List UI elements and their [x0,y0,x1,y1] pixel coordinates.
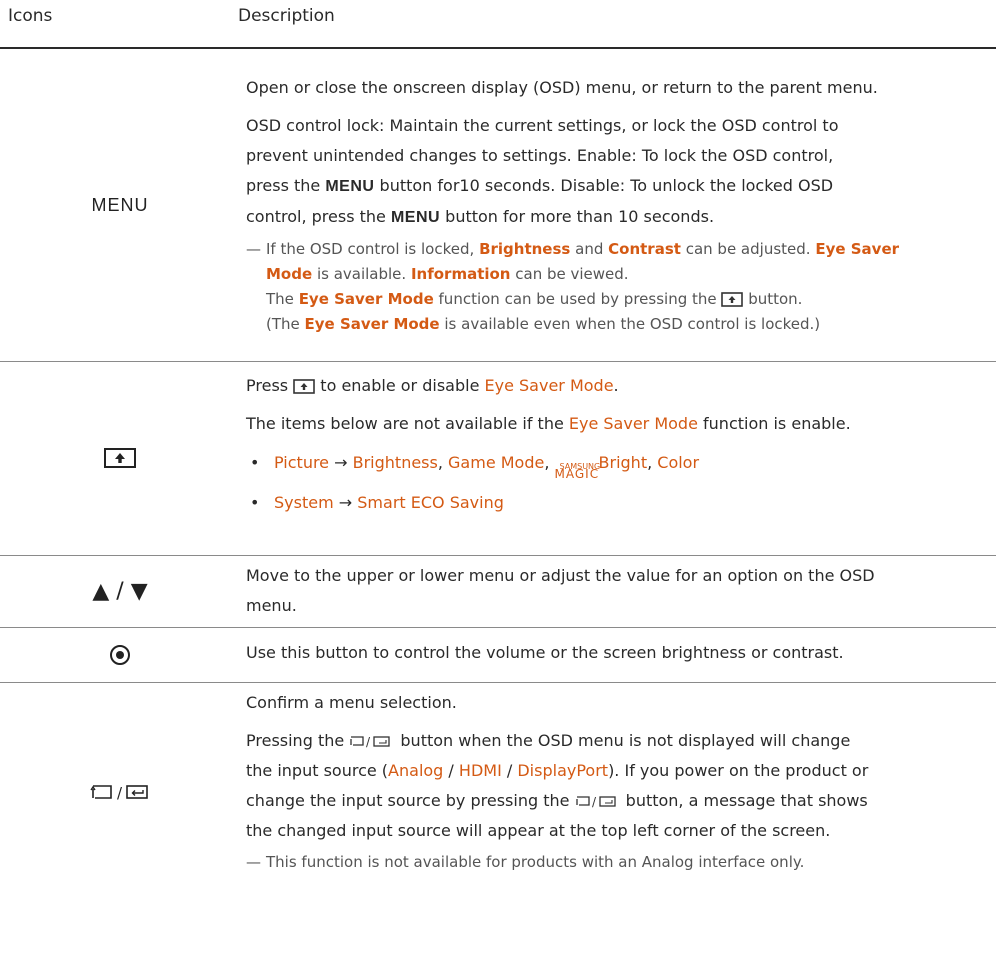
note: — This function is not available for prod… [246,853,805,871]
table-row-up-down: ▲ / ▼ Move to the upper or lower menu or… [0,555,996,628]
eye-saver-icon [293,379,316,394]
table-row-menu: MENU Open or close the onscreen display … [0,49,996,362]
source-enter-icon: / [575,795,616,809]
svg-text:/: / [117,784,123,802]
samsung-magic-logo: SAMSUNG MAGIC [554,462,601,481]
row-description: Open or close the onscreen display (OSD)… [246,73,986,337]
list-item: Picture → Brightness, Game Mode, SAMSUNG… [246,443,986,483]
page: Icons Description MENU Open or close the… [0,0,1000,960]
note: — If the OSD control is locked, Brightnes… [246,240,900,333]
source-enter-icon: / [0,682,240,902]
table-row-eye-saver: Press to enable or disable Eye Saver Mod… [0,361,996,556]
svg-text:/: / [592,795,597,809]
joystick-center-icon [0,627,240,682]
table-row-source: / Confirm a menu selection. Pressing the… [0,682,996,952]
row-description: Use this button to control the volume or… [246,643,844,662]
header-description: Description [238,6,335,26]
row-description: Move to the upper or lower menu or adjus… [246,566,875,615]
row-description: Confirm a menu selection. Pressing the /… [246,688,986,875]
menu-key-icon: MENU [91,194,149,215]
header-icons: Icons [8,6,53,26]
table-row-joystick: Use this button to control the volume or… [0,627,996,683]
eye-saver-icon [0,361,240,555]
list-item: System → Smart ECO Saving [246,483,986,523]
table-header: Icons Description [0,0,996,49]
svg-text:/: / [366,735,371,749]
source-enter-icon: / [350,735,390,749]
up-down-arrow-icon: ▲ / ▼ [92,578,148,604]
eye-saver-icon [721,292,744,307]
row-description: Press to enable or disable Eye Saver Mod… [246,371,986,523]
